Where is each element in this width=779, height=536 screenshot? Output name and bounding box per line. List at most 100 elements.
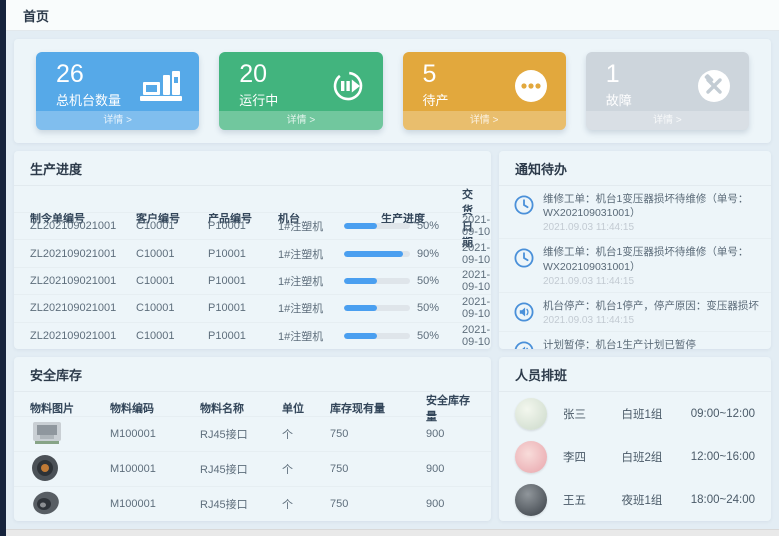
avatar <box>515 484 547 516</box>
running-detail-link[interactable]: 详情 > <box>219 111 382 130</box>
progress-fill <box>344 278 377 284</box>
fault-detail-link[interactable]: 详情 > <box>586 111 749 130</box>
round-speaker-image <box>30 453 110 486</box>
progress-label: 50% <box>417 330 439 342</box>
topbar: 首页 <box>6 0 779 31</box>
product-no: P10001 <box>208 248 278 260</box>
list-item: 李四 白班2组 12:00~16:00 <box>499 435 771 478</box>
list-item[interactable]: 维修工单：机台1变压器损坏待维修（单号：WX202109031001） 2021… <box>499 186 771 239</box>
safety-qty: 900 <box>426 498 477 510</box>
notification-content: 维修工单：机台1变压器损坏待维修（单号：WX202109031001） 2021… <box>543 192 759 233</box>
customer-no: C10001 <box>136 248 208 260</box>
col-material-code: 物料编码 <box>110 400 200 416</box>
content-area: 26 总机台数量 <box>6 31 779 529</box>
running-value: 20 <box>239 59 278 89</box>
notification-content: 维修工单：机台1变压器损坏待维修（单号：WX202109031001） 2021… <box>543 245 759 286</box>
progress-label: 50% <box>417 220 439 232</box>
total-machines-detail-link[interactable]: 详情 > <box>36 111 199 130</box>
table-row: M100001 RJ45接口 个 750 900 <box>14 416 491 451</box>
list-item: 王五 夜班1组 18:00~24:00 <box>499 478 771 521</box>
card-total-machines-body: 26 总机台数量 <box>36 52 199 109</box>
waiting-icon <box>512 67 550 110</box>
running-icon <box>329 67 367 110</box>
progress-bar: 90% <box>344 248 462 260</box>
production-progress-panel: 生产进度 制令单编号 客户编号 产品编号 机台 生产进度 交货日期 ZL2021… <box>14 151 491 349</box>
table-row: ZL202109021001 C10001 P10001 1#注塑机 50% 2… <box>14 322 491 349</box>
progress-label: 50% <box>417 302 439 314</box>
stat-cards-panel: 26 总机台数量 <box>14 39 771 143</box>
machine: 1#注塑机 <box>278 300 344 316</box>
card-fault-text: 1 故障 <box>606 59 632 110</box>
notifications-title: 通知待办 <box>499 151 771 186</box>
waiting-label: 待产 <box>423 90 449 109</box>
staff-name: 李四 <box>563 449 622 465</box>
waiting-value: 5 <box>423 59 449 89</box>
speaker-driver-image <box>30 489 110 520</box>
progress-bar: 50% <box>344 220 462 232</box>
staff-shift: 白班2组 <box>622 449 691 465</box>
notification-content: 机台停产：机台1停产，停产原因：变压器损坏 2021.09.03 11:44:1… <box>543 299 759 326</box>
list-item[interactable]: 计划暂停：机台1生产计划已暂停 2021.09.03 11:44:15 <box>499 332 771 349</box>
safety-stock-panel: 安全库存 物料图片 物料编码 物料名称 单位 库存现有量 安全库存量 <box>14 357 491 521</box>
notification-text: 维修工单：机台1变压器损坏待维修（单号：WX202109031001） <box>543 192 759 220</box>
production-progress-title: 生产进度 <box>14 151 491 186</box>
card-fault[interactable]: 1 故障 详情 > <box>586 52 749 130</box>
order-no: ZL202109021001 <box>30 275 136 287</box>
delivery-date: 2021-09-10 <box>462 324 490 348</box>
fault-value: 1 <box>606 59 632 89</box>
clock-icon <box>513 194 535 216</box>
inventory-table-header: 物料图片 物料编码 物料名称 单位 库存现有量 安全库存量 <box>14 392 491 416</box>
production-table-header: 制令单编号 客户编号 产品编号 机台 生产进度 交货日期 <box>14 186 491 212</box>
progress-label: 90% <box>417 248 439 260</box>
list-item[interactable]: 机台停产：机台1停产，停产原因：变压器损坏 2021.09.03 11:44:1… <box>499 293 771 332</box>
staff-shift: 白班1组 <box>622 406 691 422</box>
customer-no: C10001 <box>136 275 208 287</box>
progress-track <box>344 305 410 311</box>
card-waiting[interactable]: 5 待产 详情 > <box>403 52 566 130</box>
list-item[interactable]: 维修工单：机台1变压器损坏待维修（单号：WX202109031001） 2021… <box>499 239 771 292</box>
col-unit: 单位 <box>282 400 330 416</box>
card-waiting-body: 5 待产 <box>403 52 566 110</box>
clock-icon <box>513 247 535 269</box>
notification-text: 维修工单：机台1变压器损坏待维修（单号：WX202109031001） <box>543 245 759 273</box>
notification-time: 2021.09.03 11:44:15 <box>543 276 759 287</box>
customer-no: C10001 <box>136 330 208 342</box>
safety-stock-title: 安全库存 <box>14 357 491 392</box>
notification-time: 2021.09.03 11:44:15 <box>543 222 759 233</box>
safety-qty: 900 <box>426 463 477 475</box>
staff-shift: 夜班1组 <box>622 492 691 508</box>
on-hand-qty: 750 <box>330 428 426 440</box>
notification-text: 机台停产：机台1停产，停产原因：变压器损坏 <box>543 299 759 313</box>
progress-track <box>344 223 410 229</box>
fault-label: 故障 <box>606 90 632 109</box>
card-total-machines-text: 26 总机台数量 <box>56 59 121 109</box>
avatar <box>515 441 547 473</box>
table-row: M100001 RJ45接口 个 750 900 <box>14 486 491 521</box>
staff-name: 张三 <box>563 406 622 422</box>
table-row: ZL202109021001 C10001 P10001 1#注塑机 50% 2… <box>14 267 491 294</box>
col-material-image: 物料图片 <box>30 400 110 416</box>
machine-icon <box>139 67 183 109</box>
notification-time: 2021.09.03 11:44:15 <box>543 315 759 326</box>
card-running[interactable]: 20 运行中 详情 > <box>219 52 382 130</box>
staff-time: 09:00~12:00 <box>691 408 755 420</box>
safety-qty: 900 <box>426 428 477 440</box>
material-name: RJ45接口 <box>200 461 282 477</box>
card-total-machines[interactable]: 26 总机台数量 <box>36 52 199 130</box>
notifications-panel: 通知待办 维修工单：机台1变压器损坏待维修（单号：WX202109031001）… <box>499 151 771 349</box>
speaker-icon <box>513 301 535 323</box>
machine: 1#注塑机 <box>278 273 344 289</box>
rj45-connector-image <box>30 419 110 449</box>
page-bottom-edge <box>6 529 779 536</box>
col-material-name: 物料名称 <box>200 400 282 416</box>
progress-bar: 50% <box>344 275 462 287</box>
waiting-detail-link[interactable]: 详情 > <box>403 111 566 130</box>
order-no: ZL202109021001 <box>30 302 136 314</box>
app-root: 首页 26 总机台数量 <box>6 0 779 529</box>
product-no: P10001 <box>208 302 278 314</box>
total-machines-value: 26 <box>56 59 121 89</box>
progress-track <box>344 333 410 339</box>
table-row: ZL202109021001 C10001 P10001 1#注塑机 50% 2… <box>14 294 491 321</box>
notification-text: 计划暂停：机台1生产计划已暂停 <box>543 338 696 349</box>
staff-name: 王五 <box>563 492 622 508</box>
